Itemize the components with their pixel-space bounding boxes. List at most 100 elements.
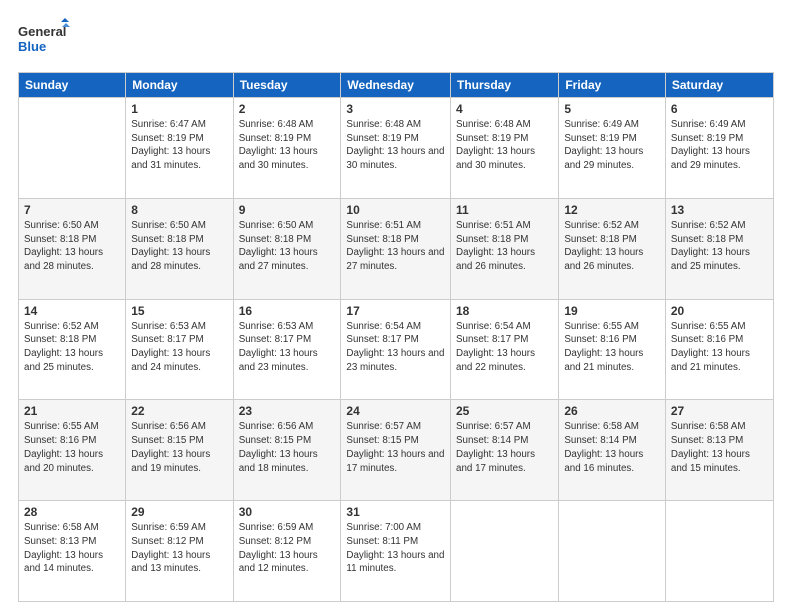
day-number: 2 [239, 102, 336, 116]
page: General Blue SundayMondayTuesdayWednesda… [0, 0, 792, 612]
calendar-cell: 14Sunrise: 6:52 AM Sunset: 8:18 PM Dayli… [19, 299, 126, 400]
calendar-cell: 30 Sunrise: 6:59 AM Sunset: 8:12 PM Dayli… [233, 501, 341, 602]
day-number: 21 [24, 404, 120, 418]
day-info: Sunrise: 6:49 AM Sunset: 8:19 PM Dayligh… [671, 118, 768, 173]
day-info: Sunrise: 6:55 AM Sunset: 8:16 PM Dayligh… [564, 320, 660, 375]
day-number: 18 [456, 304, 553, 318]
calendar-cell: 18Sunrise: 6:54 AM Sunset: 8:17 PM Dayli… [451, 299, 559, 400]
calendar-cell: 7Sunrise: 6:50 AM Sunset: 8:18 PM Daylig… [19, 198, 126, 299]
day-number: 12 [564, 203, 660, 217]
day-number: 30 [239, 505, 336, 519]
day-info: Sunrise: 6:57 AM Sunset: 8:14 PM Dayligh… [456, 420, 553, 475]
day-info: Sunrise: 6:51 AM Sunset: 8:18 PM Dayligh… [456, 219, 553, 274]
calendar-cell: 11 Sunrise: 6:51 AM Sunset: 8:18 PM Dayli… [451, 198, 559, 299]
day-number: 20 [671, 304, 768, 318]
day-info: Sunrise: 6:52 AM Sunset: 8:18 PM Dayligh… [671, 219, 768, 274]
calendar-cell: 4 Sunrise: 6:48 AM Sunset: 8:19 PM Daylig… [451, 98, 559, 199]
week-row-2: 7 Sunrise: 6:50 AM Sunset: 8:18 PM Daylig… [19, 198, 774, 299]
calendar-cell: 26 Sunrise: 6:58 AM Sunset: 8:14 PM Dayli… [559, 400, 666, 501]
day-info: Sunrise: 6:49 AM Sunset: 8:19 PM Dayligh… [564, 118, 660, 173]
calendar-cell: 9 Sunrise: 6:50 AM Sunset: 8:18 PM Daylig… [233, 198, 341, 299]
day-info: Sunrise: 6:55 AM Sunset: 8:16 PM Dayligh… [24, 420, 120, 475]
week-row-1: 1Sunrise: 6:47 AM Sunset: 8:19 PM Daylig… [19, 98, 774, 199]
calendar-cell: 25Sunrise: 6:57 AM Sunset: 8:14 PM Dayli… [451, 400, 559, 501]
weekday-header-monday: Monday [126, 73, 233, 98]
logo-svg: General Blue [18, 18, 70, 62]
day-info: Sunrise: 6:48 AM Sunset: 8:19 PM Dayligh… [456, 118, 553, 173]
calendar-cell: 24 Sunrise: 6:57 AM Sunset: 8:15 PM Dayli… [341, 400, 451, 501]
day-number: 26 [564, 404, 660, 418]
calendar-cell: 16 Sunrise: 6:53 AM Sunset: 8:17 PM Dayli… [233, 299, 341, 400]
weekday-header-saturday: Saturday [665, 73, 773, 98]
day-info: Sunrise: 6:58 AM Sunset: 8:13 PM Dayligh… [24, 521, 120, 576]
calendar-cell: 13Sunrise: 6:52 AM Sunset: 8:18 PM Dayli… [665, 198, 773, 299]
day-info: Sunrise: 6:54 AM Sunset: 8:17 PM Dayligh… [346, 320, 445, 375]
day-number: 29 [131, 505, 227, 519]
day-info: Sunrise: 6:55 AM Sunset: 8:16 PM Dayligh… [671, 320, 768, 375]
weekday-header-row: SundayMondayTuesdayWednesdayThursdayFrid… [19, 73, 774, 98]
calendar-cell: 15Sunrise: 6:53 AM Sunset: 8:17 PM Dayli… [126, 299, 233, 400]
day-info: Sunrise: 6:50 AM Sunset: 8:18 PM Dayligh… [131, 219, 227, 274]
calendar-cell: 19 Sunrise: 6:55 AM Sunset: 8:16 PM Dayli… [559, 299, 666, 400]
day-info: Sunrise: 6:57 AM Sunset: 8:15 PM Dayligh… [346, 420, 445, 475]
day-info: Sunrise: 6:50 AM Sunset: 8:18 PM Dayligh… [239, 219, 336, 274]
day-info: Sunrise: 6:53 AM Sunset: 8:17 PM Dayligh… [239, 320, 336, 375]
weekday-header-friday: Friday [559, 73, 666, 98]
week-row-4: 21 Sunrise: 6:55 AM Sunset: 8:16 PM Dayli… [19, 400, 774, 501]
day-number: 1 [131, 102, 227, 116]
day-number: 28 [24, 505, 120, 519]
weekday-header-tuesday: Tuesday [233, 73, 341, 98]
day-number: 7 [24, 203, 120, 217]
calendar-table: SundayMondayTuesdayWednesdayThursdayFrid… [18, 72, 774, 602]
day-info: Sunrise: 6:56 AM Sunset: 8:15 PM Dayligh… [239, 420, 336, 475]
calendar-cell: 31Sunrise: 7:00 AM Sunset: 8:11 PM Dayli… [341, 501, 451, 602]
calendar-cell: 20 Sunrise: 6:55 AM Sunset: 8:16 PM Dayli… [665, 299, 773, 400]
day-number: 5 [564, 102, 660, 116]
calendar-cell: 6 Sunrise: 6:49 AM Sunset: 8:19 PM Daylig… [665, 98, 773, 199]
calendar-cell [665, 501, 773, 602]
weekday-header-wednesday: Wednesday [341, 73, 451, 98]
day-info: Sunrise: 6:56 AM Sunset: 8:15 PM Dayligh… [131, 420, 227, 475]
day-info: Sunrise: 6:58 AM Sunset: 8:14 PM Dayligh… [564, 420, 660, 475]
day-number: 17 [346, 304, 445, 318]
calendar-cell: 5 Sunrise: 6:49 AM Sunset: 8:19 PM Daylig… [559, 98, 666, 199]
calendar-cell: 2 Sunrise: 6:48 AM Sunset: 8:19 PM Daylig… [233, 98, 341, 199]
day-info: Sunrise: 6:48 AM Sunset: 8:19 PM Dayligh… [346, 118, 445, 173]
day-number: 8 [131, 203, 227, 217]
calendar-cell [559, 501, 666, 602]
day-info: Sunrise: 6:59 AM Sunset: 8:12 PM Dayligh… [239, 521, 336, 576]
day-info: Sunrise: 7:00 AM Sunset: 8:11 PM Dayligh… [346, 521, 445, 576]
day-number: 24 [346, 404, 445, 418]
calendar-cell: 1Sunrise: 6:47 AM Sunset: 8:19 PM Daylig… [126, 98, 233, 199]
calendar-cell: 3 Sunrise: 6:48 AM Sunset: 8:19 PM Daylig… [341, 98, 451, 199]
svg-text:General: General [18, 24, 66, 39]
day-number: 27 [671, 404, 768, 418]
day-number: 3 [346, 102, 445, 116]
weekday-header-thursday: Thursday [451, 73, 559, 98]
day-info: Sunrise: 6:52 AM Sunset: 8:18 PM Dayligh… [564, 219, 660, 274]
day-number: 16 [239, 304, 336, 318]
header: General Blue [18, 18, 774, 62]
calendar-cell: 29 Sunrise: 6:59 AM Sunset: 8:12 PM Dayli… [126, 501, 233, 602]
calendar-cell: 12 Sunrise: 6:52 AM Sunset: 8:18 PM Dayli… [559, 198, 666, 299]
day-info: Sunrise: 6:59 AM Sunset: 8:12 PM Dayligh… [131, 521, 227, 576]
svg-text:Blue: Blue [18, 39, 46, 54]
day-info: Sunrise: 6:51 AM Sunset: 8:18 PM Dayligh… [346, 219, 445, 274]
calendar-cell: 22Sunrise: 6:56 AM Sunset: 8:15 PM Dayli… [126, 400, 233, 501]
calendar-cell [451, 501, 559, 602]
calendar-cell: 23 Sunrise: 6:56 AM Sunset: 8:15 PM Dayli… [233, 400, 341, 501]
day-number: 11 [456, 203, 553, 217]
day-info: Sunrise: 6:58 AM Sunset: 8:13 PM Dayligh… [671, 420, 768, 475]
day-number: 19 [564, 304, 660, 318]
calendar-cell: 21 Sunrise: 6:55 AM Sunset: 8:16 PM Dayli… [19, 400, 126, 501]
calendar-cell: 27 Sunrise: 6:58 AM Sunset: 8:13 PM Dayli… [665, 400, 773, 501]
calendar-cell: 10 Sunrise: 6:51 AM Sunset: 8:18 PM Dayli… [341, 198, 451, 299]
week-row-3: 14Sunrise: 6:52 AM Sunset: 8:18 PM Dayli… [19, 299, 774, 400]
day-number: 10 [346, 203, 445, 217]
day-number: 4 [456, 102, 553, 116]
calendar-cell [19, 98, 126, 199]
day-number: 6 [671, 102, 768, 116]
day-number: 9 [239, 203, 336, 217]
day-number: 23 [239, 404, 336, 418]
day-info: Sunrise: 6:48 AM Sunset: 8:19 PM Dayligh… [239, 118, 336, 173]
